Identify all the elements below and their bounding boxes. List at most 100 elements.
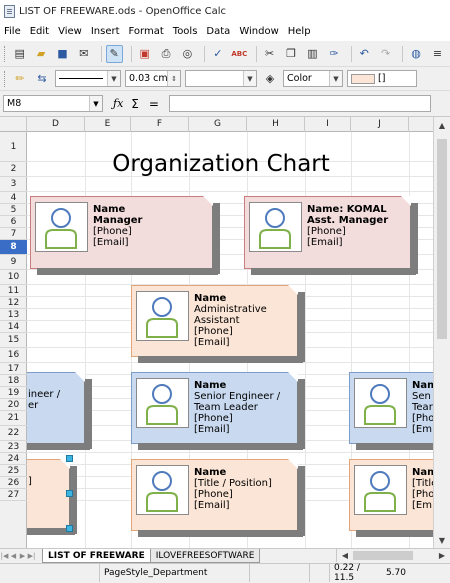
- select-all-corner[interactable]: [0, 117, 27, 132]
- selection-handle[interactable]: [66, 455, 73, 462]
- hyperlink-icon[interactable]: ◍: [407, 45, 424, 63]
- column-header-i[interactable]: I: [305, 117, 351, 132]
- copy-icon[interactable]: ❐: [282, 45, 299, 63]
- menu-view[interactable]: View: [58, 26, 82, 37]
- org-card-admin-assistant[interactable]: Name Administrative Assistant [Phone] [E…: [131, 285, 305, 363]
- org-card-engineer-right[interactable]: Nam Sen Tear [Pho [Em: [349, 372, 433, 450]
- spellcheck-icon[interactable]: ✓: [209, 45, 226, 63]
- column-header-e[interactable]: E: [85, 117, 131, 132]
- row-header[interactable]: 13: [0, 309, 27, 321]
- undo-icon[interactable]: ↶: [356, 45, 373, 63]
- row-header[interactable]: 8: [0, 240, 27, 255]
- row-header[interactable]: 9: [0, 255, 27, 270]
- row-header[interactable]: 22: [0, 426, 27, 441]
- row-header[interactable]: 15: [0, 333, 27, 348]
- line-width-field[interactable]: 0.03 cm ⇕: [125, 70, 181, 87]
- sum-icon[interactable]: Σ: [131, 97, 139, 111]
- org-card-manager[interactable]: Name Manager [Phone] [Email]: [30, 196, 220, 275]
- clone-formatting-icon[interactable]: ✑: [325, 45, 342, 63]
- line-style-icon[interactable]: ✏: [11, 70, 29, 88]
- row-header[interactable]: 24: [0, 453, 27, 465]
- row-header[interactable]: 1: [0, 132, 27, 162]
- sheet-tab-list-of-freeware[interactable]: LIST OF FREEWARE: [42, 549, 151, 563]
- line-style-select[interactable]: ▼: [55, 70, 121, 87]
- menu-format[interactable]: Format: [129, 26, 164, 37]
- column-header-d[interactable]: D: [27, 117, 85, 132]
- org-card-staff-left[interactable]: ]: [27, 459, 77, 535]
- org-card-engineer-left[interactable]: ineer / er: [27, 372, 92, 450]
- status-page-style[interactable]: PageStyle_Department: [100, 563, 250, 582]
- new-document-icon[interactable]: ▤: [11, 45, 28, 63]
- org-card-staff-right[interactable]: Nam [Title [Pho [Em: [349, 459, 433, 537]
- menu-file[interactable]: File: [4, 26, 21, 37]
- cell-area[interactable]: Organization Chart Name Manager [Phone] …: [27, 132, 433, 548]
- scroll-up-icon[interactable]: ▲: [434, 117, 450, 133]
- menu-tools[interactable]: Tools: [173, 26, 198, 37]
- print-icon[interactable]: ⎙: [157, 45, 174, 63]
- next-sheet-icon[interactable]: ▶: [18, 550, 27, 563]
- prev-sheet-icon[interactable]: ◀: [9, 550, 18, 563]
- first-sheet-icon[interactable]: |◀: [0, 550, 9, 563]
- print-preview-icon[interactable]: ◎: [179, 45, 196, 63]
- redo-icon[interactable]: ↷: [377, 45, 394, 63]
- chevron-down-icon[interactable]: ▼: [243, 71, 256, 86]
- column-header-f[interactable]: F: [131, 117, 189, 132]
- arrow-style-icon[interactable]: ⇆: [33, 70, 51, 88]
- row-header[interactable]: 10: [0, 270, 27, 285]
- status-selection-mode[interactable]: [310, 563, 330, 582]
- row-header[interactable]: 12: [0, 297, 27, 309]
- sheet-tab-ilovefreesoftware[interactable]: ILOVEFREESOFTWARE: [149, 549, 261, 563]
- line-color-select[interactable]: ▼: [185, 70, 257, 87]
- row-header[interactable]: 18: [0, 375, 27, 387]
- paste-icon[interactable]: ▥: [304, 45, 321, 63]
- area-style-select[interactable]: Color ▼: [283, 70, 343, 87]
- menu-help[interactable]: Help: [288, 26, 311, 37]
- row-header[interactable]: 21: [0, 411, 27, 426]
- row-header[interactable]: 17: [0, 363, 27, 375]
- row-header[interactable]: 19: [0, 387, 27, 399]
- email-icon[interactable]: ✉: [75, 45, 92, 63]
- row-header[interactable]: 2: [0, 162, 27, 177]
- scroll-right-icon[interactable]: ▶: [436, 549, 448, 562]
- org-card-staff[interactable]: Name [Title / Position] [Phone] [Email]: [131, 459, 305, 537]
- open-folder-icon[interactable]: ▰: [32, 45, 49, 63]
- row-header[interactable]: 20: [0, 399, 27, 411]
- menu-insert[interactable]: Insert: [91, 26, 120, 37]
- area-color-select[interactable]: []: [347, 70, 417, 87]
- row-header[interactable]: 6: [0, 216, 27, 228]
- row-header[interactable]: 26: [0, 477, 27, 489]
- row-header[interactable]: 3: [0, 177, 27, 192]
- horizontal-scrollbar[interactable]: ◀ ▶: [336, 549, 450, 562]
- column-header-h[interactable]: H: [247, 117, 305, 132]
- vertical-scrollbar[interactable]: ▲ ▼: [433, 117, 450, 548]
- org-card-asst-manager[interactable]: Name: KOMAL Asst. Manager [Phone] [Email…: [244, 196, 418, 275]
- menu-window[interactable]: Window: [239, 26, 278, 37]
- column-header-j[interactable]: J: [351, 117, 409, 132]
- toolbar-grip[interactable]: [4, 70, 7, 87]
- menu-data[interactable]: Data: [206, 26, 230, 37]
- scroll-thumb[interactable]: [437, 139, 447, 339]
- chevron-down-icon[interactable]: ▼: [329, 71, 342, 86]
- row-header[interactable]: 16: [0, 348, 27, 363]
- chevron-down-icon[interactable]: ▼: [89, 96, 102, 111]
- chevron-down-icon[interactable]: ▼: [107, 71, 120, 86]
- row-header[interactable]: 27: [0, 489, 27, 501]
- row-header[interactable]: 14: [0, 321, 27, 333]
- name-box[interactable]: M8 ▼: [3, 95, 103, 112]
- autospellcheck-icon[interactable]: ABC: [231, 45, 248, 63]
- scroll-left-icon[interactable]: ◀: [339, 549, 351, 562]
- row-header[interactable]: 23: [0, 441, 27, 453]
- scroll-down-icon[interactable]: ▼: [434, 532, 450, 548]
- row-header[interactable]: 7: [0, 228, 27, 240]
- row-header[interactable]: 25: [0, 465, 27, 477]
- row-header[interactable]: 5: [0, 204, 27, 216]
- org-card-senior-engineer[interactable]: Name Senior Engineer / Team Leader [Phon…: [131, 372, 305, 450]
- sort-icon[interactable]: ≡: [429, 45, 446, 63]
- area-fill-icon[interactable]: ◈: [261, 70, 279, 88]
- function-wizard-icon[interactable]: ƒx: [113, 97, 123, 110]
- selection-handle[interactable]: [66, 525, 73, 532]
- row-header[interactable]: 11: [0, 285, 27, 297]
- edit-file-icon[interactable]: ✎: [105, 44, 123, 63]
- scroll-thumb[interactable]: [353, 551, 413, 560]
- selection-handle[interactable]: [66, 490, 73, 497]
